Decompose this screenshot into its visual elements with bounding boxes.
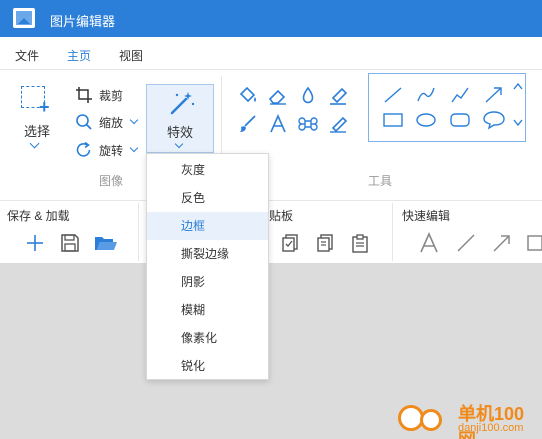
text-tool-icon[interactable] xyxy=(268,114,288,134)
rotate-chevron-icon[interactable] xyxy=(129,143,139,153)
effect-pixelate[interactable]: 像素化 xyxy=(147,324,268,352)
effect-invert[interactable]: 反色 xyxy=(147,184,268,212)
speech-bubble-shape-icon[interactable] xyxy=(482,110,506,130)
effects-label: 特效 xyxy=(167,125,194,140)
polyline-shape-icon[interactable] xyxy=(450,86,470,104)
quick-edit-label: 快速编辑 xyxy=(402,209,451,223)
tab-file[interactable]: 文件 xyxy=(15,47,39,64)
tab-view[interactable]: 视图 xyxy=(119,47,143,64)
quick-line-icon[interactable] xyxy=(456,233,476,253)
zoom-label: 缩放 xyxy=(99,115,124,130)
window-title: 图片编辑器 xyxy=(50,14,116,29)
clipboard-label: 贴板 xyxy=(269,209,294,223)
command-key-icon[interactable] xyxy=(298,114,318,134)
new-plus-icon[interactable] xyxy=(25,233,45,253)
rotate-label: 旋转 xyxy=(99,143,124,158)
water-drop-icon[interactable] xyxy=(298,86,318,106)
crop-button[interactable]: 裁剪 xyxy=(75,84,123,106)
app-image-icon xyxy=(13,8,35,28)
paint-bucket-icon[interactable] xyxy=(237,86,259,106)
copy-icon[interactable] xyxy=(281,233,299,253)
eraser-icon[interactable] xyxy=(267,86,289,106)
effect-border[interactable]: 边框 xyxy=(147,212,268,240)
image-group-label: 图像 xyxy=(99,174,124,188)
crop-icon xyxy=(76,87,92,103)
site-watermark: 单机100网 danji100.com xyxy=(396,397,542,439)
quick-text-icon[interactable] xyxy=(419,232,439,254)
highlighter-icon[interactable] xyxy=(327,86,349,106)
effect-shadow[interactable]: 阴影 xyxy=(147,268,268,296)
tab-home[interactable]: 主页 xyxy=(64,47,94,74)
select-button[interactable]: + xyxy=(21,86,51,117)
clipboard-icon[interactable] xyxy=(351,233,369,253)
group-divider xyxy=(392,203,393,261)
effect-grayscale[interactable]: 灰度 xyxy=(147,156,268,184)
quick-arrow-icon[interactable] xyxy=(492,233,512,253)
zoom-button[interactable]: 缩放 xyxy=(75,111,139,133)
title-bar: 图片编辑器 xyxy=(0,0,542,37)
line-shape-icon[interactable] xyxy=(383,86,403,104)
save-load-label: 保存 & 加载 xyxy=(7,209,70,223)
rounded-rect-shape-icon[interactable] xyxy=(449,112,471,128)
open-folder-icon[interactable] xyxy=(94,233,118,253)
effect-torn-edge[interactable]: 撕裂边缘 xyxy=(147,240,268,268)
menu-bar: 文件 主页 视图 xyxy=(0,37,542,74)
arrow-shape-icon[interactable] xyxy=(484,86,504,104)
tools-group-label: 工具 xyxy=(368,174,393,188)
watermark-domain: danji100.com xyxy=(458,422,524,434)
select-label[interactable]: 选择 xyxy=(24,121,50,140)
rotate-button[interactable]: 旋转 xyxy=(75,139,139,161)
effects-dropdown: 灰度 反色 边框 撕裂边缘 阴影 模糊 像素化 锐化 xyxy=(146,153,269,380)
rotate-icon xyxy=(76,141,91,157)
save-icon[interactable] xyxy=(60,233,80,253)
effect-sharpen[interactable]: 锐化 xyxy=(147,352,268,380)
shapes-scroll[interactable] xyxy=(511,80,525,136)
paste-icon[interactable] xyxy=(316,233,334,253)
add-icon: + xyxy=(39,97,50,117)
shapes-palette xyxy=(368,73,526,142)
brush-icon[interactable] xyxy=(237,114,259,134)
quick-rectangle-icon[interactable] xyxy=(526,234,542,252)
group-divider xyxy=(138,203,139,261)
effect-blur[interactable]: 模糊 xyxy=(147,296,268,324)
crop-label: 裁剪 xyxy=(99,88,124,103)
pen-tool-icon[interactable] xyxy=(327,114,349,134)
watermark-logo-icon xyxy=(420,409,442,431)
zoom-chevron-icon[interactable] xyxy=(129,115,139,125)
zoom-icon xyxy=(76,114,92,130)
ellipse-shape-icon[interactable] xyxy=(415,112,437,128)
scroll-up-icon xyxy=(513,82,523,90)
scroll-down-icon xyxy=(513,119,523,127)
curve-shape-icon[interactable] xyxy=(416,86,436,104)
rectangle-shape-icon[interactable] xyxy=(382,112,404,128)
magic-wand-icon xyxy=(170,92,195,115)
